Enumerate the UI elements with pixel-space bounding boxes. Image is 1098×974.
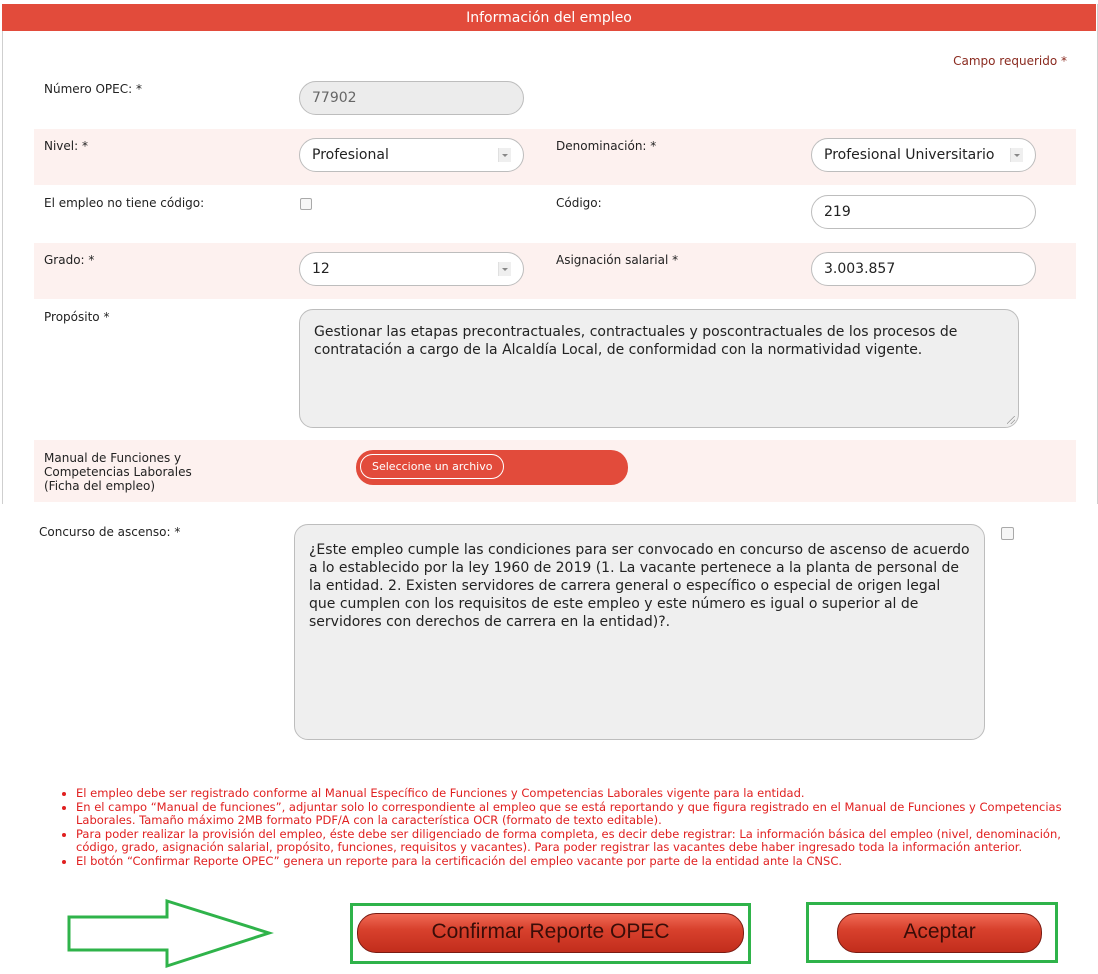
nivel-label: Nivel: *	[44, 139, 88, 153]
section-header: Información del empleo	[2, 4, 1096, 31]
arrow-right-icon	[67, 898, 274, 969]
manual-label-line-3: (Ficha del empleo)	[44, 479, 155, 493]
concurso-question-text: ¿Este empleo cumple las condiciones para…	[309, 542, 970, 630]
codigo-label: Código:	[556, 196, 602, 210]
manual-label: Manual de Funciones y Competencias Labor…	[44, 451, 192, 493]
grado-label: Grado: *	[44, 253, 95, 267]
note-item: El empleo debe ser registrado conforme a…	[76, 786, 1088, 801]
manual-label-line-2: Competencias Laborales	[44, 465, 192, 479]
numero-opec-input: 77902	[299, 81, 524, 115]
numero-opec-label: Número OPEC: *	[44, 82, 142, 96]
grado-select-value: 12	[312, 261, 330, 277]
note-item: Para poder realizar la provisión del emp…	[76, 827, 1088, 855]
codigo-input[interactable]: 219	[811, 195, 1036, 229]
denominacion-select-value: Profesional Universitario	[824, 147, 995, 163]
proposito-label: Propósito *	[44, 310, 110, 324]
denominacion-select[interactable]: Profesional Universitario	[811, 138, 1036, 172]
required-field-note: Campo requerido *	[953, 54, 1067, 68]
denominacion-label: Denominación: *	[556, 139, 657, 153]
note-item: El botón “Confirmar Reporte OPEC” genera…	[76, 854, 1088, 869]
manual-file-input: Seleccione un archivo	[356, 450, 628, 485]
concurso-checkbox[interactable]	[1001, 527, 1014, 540]
concurso-label: Concurso de ascenso: *	[39, 525, 181, 539]
nivel-select[interactable]: Profesional	[299, 138, 524, 172]
no-codigo-label: El empleo no tiene código:	[44, 196, 205, 210]
chevron-down-icon	[1010, 148, 1023, 162]
note-item: En el campo “Manual de funciones”, adjun…	[76, 800, 1088, 828]
concurso-text-box: ¿Este empleo cumple las condiciones para…	[294, 524, 985, 740]
chevron-down-icon	[498, 262, 511, 276]
nivel-select-value: Profesional	[312, 147, 389, 163]
proposito-text: Gestionar las etapas precontractuales, c…	[314, 324, 958, 358]
confirm-report-button[interactable]: Confirmar Reporte OPEC	[357, 913, 744, 953]
proposito-textarea[interactable]: Gestionar las etapas precontractuales, c…	[299, 309, 1019, 428]
asignacion-label: Asignación salarial *	[556, 253, 679, 267]
accept-button[interactable]: Aceptar	[837, 913, 1042, 953]
asignacion-input[interactable]: 3.003.857	[811, 252, 1036, 286]
chevron-down-icon	[498, 148, 511, 162]
resize-grip-icon[interactable]	[1007, 416, 1015, 424]
notes-list: El empleo debe ser registrado conforme a…	[58, 786, 1088, 869]
grado-select[interactable]: 12	[299, 252, 524, 286]
manual-label-line-1: Manual de Funciones y	[44, 451, 182, 465]
no-codigo-checkbox[interactable]	[300, 198, 312, 210]
select-file-button[interactable]: Seleccione un archivo	[360, 454, 505, 479]
